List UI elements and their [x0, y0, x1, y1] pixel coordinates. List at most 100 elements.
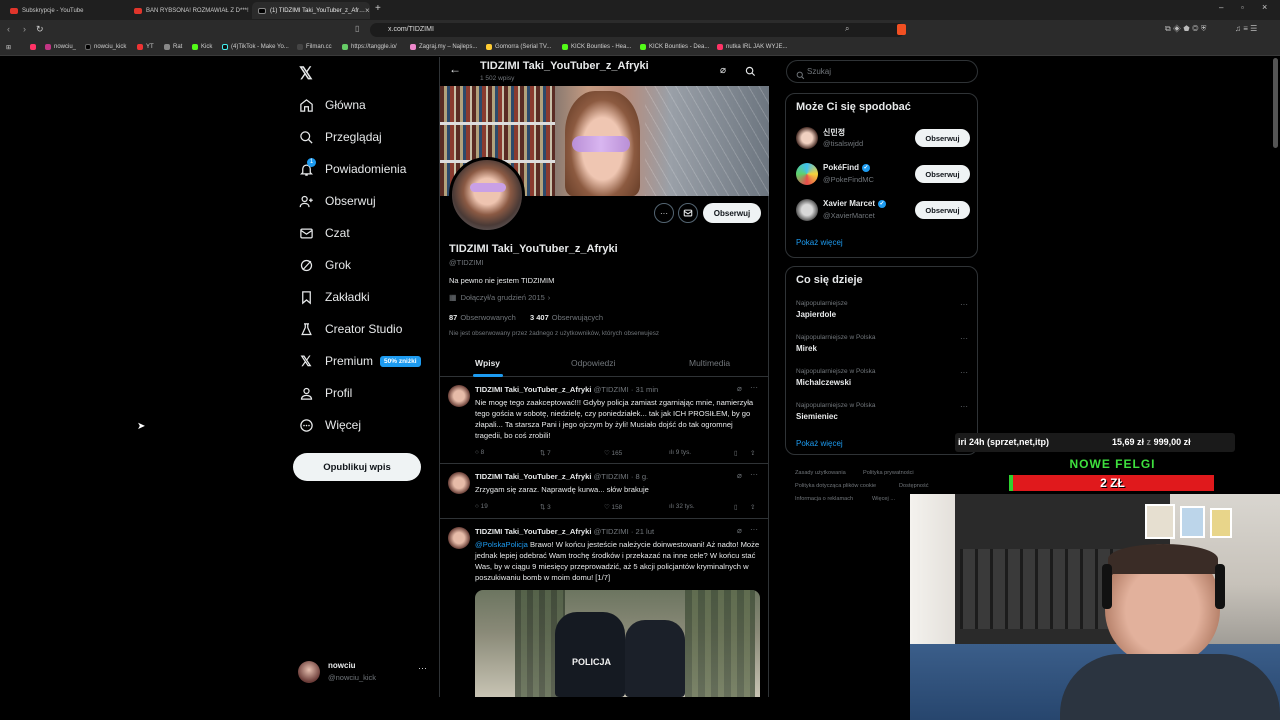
sidebar-item-creator-studio[interactable]: Creator Studio: [298, 319, 402, 339]
post-button[interactable]: Opublikuj wpis: [293, 453, 421, 481]
joined-date[interactable]: ▦ Dołączył/a grudzień 2015 ›: [449, 293, 550, 302]
footer-link[interactable]: Polityka dotycząca plików cookie: [795, 483, 876, 489]
bookmark-item[interactable]: YT: [137, 44, 154, 50]
follow-button[interactable]: Obserwuj: [915, 165, 970, 183]
sidebar-item-profile[interactable]: Profil: [298, 383, 352, 403]
bookmark-item[interactable]: nowciu_kick: [85, 44, 126, 50]
repost-button[interactable]: ⇅ 3: [540, 503, 551, 512]
sidebar-item-notifications[interactable]: 1 Powiadomienia: [298, 158, 406, 179]
mention-link[interactable]: @PolskaPolicja: [475, 540, 528, 549]
bookmark-item[interactable]: Gomorra (Serial TV...: [486, 44, 551, 50]
reply-button[interactable]: ○ 19: [475, 503, 488, 510]
bookmark-item[interactable]: Rat: [164, 44, 182, 50]
grok-icon[interactable]: ⌀: [720, 65, 726, 76]
search-icon[interactable]: [745, 64, 756, 82]
tweet-image[interactable]: POLICJA: [475, 590, 760, 697]
footer-link[interactable]: Polityka prywatności: [863, 470, 914, 476]
follow-button[interactable]: Obserwuj: [915, 201, 970, 219]
share-icon[interactable]: ⇪: [750, 503, 755, 511]
bookmark-item[interactable]: Kick: [192, 44, 212, 50]
tab-youtube-subscriptions[interactable]: Subskrypcje - YouTube: [4, 2, 126, 19]
bookmark-icon[interactable]: ▯: [734, 449, 738, 457]
reply-button[interactable]: ○ 8: [475, 449, 484, 456]
more-icon[interactable]: ···: [418, 663, 427, 673]
more-icon[interactable]: ···: [960, 368, 968, 377]
more-options-button[interactable]: ···: [654, 203, 674, 223]
footer-link[interactable]: Zasady użytkowania: [795, 470, 846, 476]
tweet[interactable]: TIDZIMI Taki_YouTuber_z_Afryki @TIDZIMI …: [440, 465, 769, 519]
bookmark-item[interactable]: nowciu_: [45, 44, 76, 50]
followers-link[interactable]: 3 407 Obserwujących: [530, 313, 603, 322]
back-arrow-icon[interactable]: ←: [449, 62, 461, 76]
more-icon[interactable]: ···: [750, 470, 758, 479]
suggestion-item[interactable]: Xavier Marcet ✓ @XavierMarcet Obserwuj: [796, 198, 972, 224]
show-more-link[interactable]: Pokaż więcej: [796, 238, 843, 247]
tweet[interactable]: TIDZIMI Taki_YouTuber_z_Afryki @TIDZIMI …: [440, 520, 769, 697]
bookmark-item[interactable]: KICK Bounties - Dea...: [640, 44, 709, 50]
search-box[interactable]: Szukaj: [786, 60, 978, 83]
footer-link[interactable]: Informacja o reklamach: [795, 496, 853, 502]
sidebar-item-chat[interactable]: Czat: [298, 223, 350, 243]
share-icon[interactable]: ⇪: [750, 449, 755, 457]
close-tab-icon[interactable]: ×: [365, 6, 370, 15]
grok-icon[interactable]: ⌀: [737, 526, 742, 535]
sidebar-item-grok[interactable]: Grok: [298, 255, 351, 275]
tab-media[interactable]: Multimedia: [689, 358, 730, 368]
trend-item[interactable]: Najpopularniejsze w Polska Mirek ···: [796, 334, 972, 353]
brave-shield-icon[interactable]: [897, 24, 906, 35]
close-window-button[interactable]: ×: [1262, 2, 1267, 12]
profile-avatar[interactable]: [449, 157, 525, 233]
minimize-button[interactable]: –: [1219, 3, 1223, 12]
repost-button[interactable]: ⇅ 7: [540, 449, 551, 458]
menu-icon[interactable]: ♫ ≡ ☰: [1235, 24, 1257, 33]
bookmark-item[interactable]: https://tanggle.io/: [342, 44, 397, 50]
tab-posts[interactable]: Wpisy: [475, 358, 500, 368]
suggestion-item[interactable]: PokéFind ✓ @PokeFindMC Obserwuj: [796, 162, 972, 188]
bookmark-item[interactable]: Zagraj.my – Najleps...: [410, 44, 477, 50]
views-button[interactable]: ılı 32 tys.: [669, 503, 695, 510]
footer-link[interactable]: Dostępność: [899, 483, 929, 489]
show-more-link[interactable]: Pokaż więcej: [796, 439, 843, 448]
trend-item[interactable]: Najpopularniejsze Japierdole ···: [796, 300, 972, 319]
back-icon[interactable]: ‹: [7, 24, 10, 34]
new-tab-button[interactable]: +: [375, 3, 381, 14]
bookmark-item[interactable]: [30, 44, 39, 50]
more-icon[interactable]: ···: [750, 383, 758, 392]
more-icon[interactable]: ···: [960, 402, 968, 411]
tab-twitter-profile[interactable]: (1) TIDZIMI Taki_YouTuber_z_Afr… ×: [252, 2, 370, 19]
page-scrollbar[interactable]: [1273, 58, 1278, 148]
follow-button[interactable]: Obserwuj: [915, 129, 970, 147]
extensions-icon[interactable]: ⧉ ◈ ⬟ ◎ ⛨: [1165, 24, 1206, 34]
sidebar-item-premium[interactable]: 𝕏 Premium 50% zniżki: [298, 351, 421, 371]
follow-button[interactable]: Obserwuj: [703, 203, 761, 223]
bookmark-item[interactable]: KICK Bounties - Hea...: [562, 44, 631, 50]
sidebar-item-explore[interactable]: Przeglądaj: [298, 127, 382, 147]
account-switcher[interactable]: nowciu @nowciu_kick ···: [298, 660, 433, 686]
zoom-icon[interactable]: ⌕: [845, 24, 849, 34]
tab-replies[interactable]: Odpowiedzi: [571, 358, 615, 368]
sidebar-item-bookmarks[interactable]: Zakładki: [298, 287, 370, 307]
more-icon[interactable]: ···: [750, 525, 758, 534]
sidebar-item-home[interactable]: Główna: [298, 95, 366, 115]
grok-icon[interactable]: ⌀: [737, 384, 742, 393]
tab-ban-video[interactable]: BAN RYBSONA! ROZMAWIAŁ Z D***!: [128, 2, 250, 19]
like-button[interactable]: ♡ 165: [604, 449, 622, 458]
sidebar-item-follow[interactable]: Obserwuj: [298, 191, 376, 211]
sidebar-item-more[interactable]: Więcej: [298, 415, 361, 435]
bookmark-icon[interactable]: ▯: [734, 503, 738, 511]
url-field[interactable]: x.com/TIDZIMI: [370, 23, 905, 37]
grok-icon[interactable]: ⌀: [737, 471, 742, 480]
x-logo-icon[interactable]: 𝕏: [299, 64, 313, 84]
trend-item[interactable]: Najpopularniejsze w Polska Siemieniec ··…: [796, 402, 972, 421]
more-icon[interactable]: ···: [960, 334, 968, 343]
footer-link[interactable]: Więcej ...: [872, 496, 895, 502]
bookmark-item[interactable]: (4)TikTok - Make Yo...: [222, 44, 289, 50]
apps-icon[interactable]: ⊞: [6, 44, 11, 51]
more-icon[interactable]: ···: [960, 300, 968, 309]
following-link[interactable]: 87 Obserwowanych: [449, 313, 516, 322]
reload-icon[interactable]: ↻: [36, 24, 44, 35]
views-button[interactable]: ılı 9 tys.: [669, 449, 691, 456]
like-button[interactable]: ♡ 158: [604, 503, 622, 512]
message-button[interactable]: [678, 203, 698, 223]
search-input[interactable]: Szukaj: [807, 67, 831, 76]
